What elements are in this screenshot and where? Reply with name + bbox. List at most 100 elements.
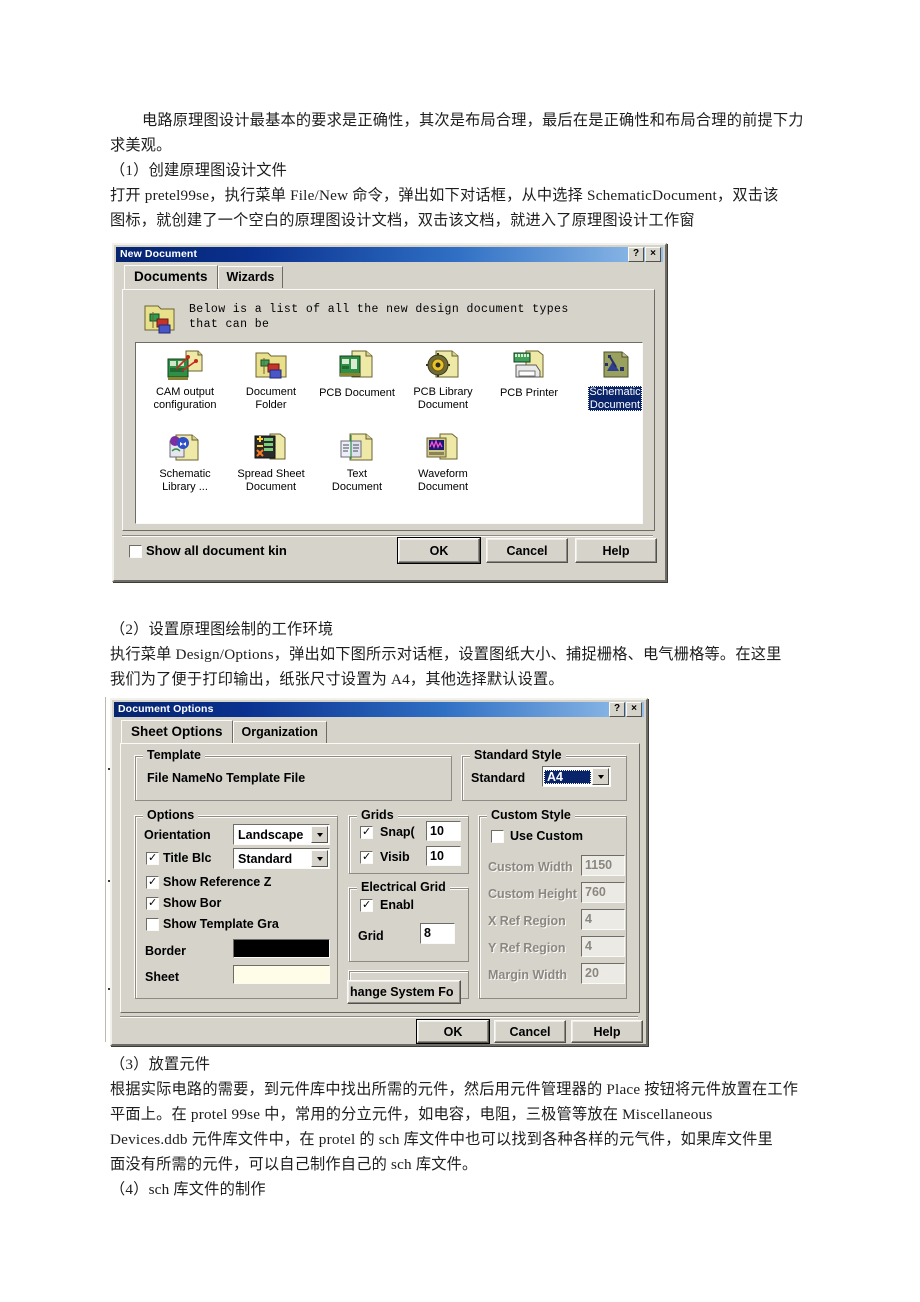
new-document-tabstrip: Documents Wizards [124,265,284,289]
document-options-title: Document Options [118,703,214,715]
help-button[interactable]: Help [575,538,657,563]
margin-width-label: Margin Width [488,968,568,982]
use-custom-style-checkbox[interactable] [491,830,504,843]
chevron-down-icon[interactable] [592,768,609,785]
options-group-caption: Options [143,808,199,822]
paragraph-line: （4）sch 库文件的制作 [110,1181,266,1198]
cam-output-icon [166,349,204,383]
custom-width-input[interactable]: 1150 [581,855,625,876]
chevron-down-icon[interactable] [311,850,328,867]
grids-group-caption: Grids [357,808,398,822]
paragraph-line: 打开 pretel99se，执行菜单 File/New 命令，弹出如下对话框，从… [110,187,779,204]
close-icon[interactable]: × [645,247,661,262]
show-reference-zones-checkbox[interactable]: ✓ [146,876,159,889]
list-item[interactable]: Spread Sheet Document [228,431,314,495]
help-icon[interactable]: ? [609,702,625,717]
tab-documents[interactable]: Documents [124,265,218,289]
y-ref-region-label: Y Ref Region [488,941,566,955]
sheet-color-label: Sheet [145,970,180,984]
help-button[interactable]: Help [571,1020,643,1043]
pcb-library-icon [424,349,462,383]
margin-width-input[interactable]: 20 [581,963,625,984]
list-item-label: Schematic Library ... [159,468,211,493]
list-item-label: Text Document [331,468,383,493]
standard-style-caption: Standard Style [470,748,566,762]
paragraph-line: （2）设置原理图绘制的工作环境 [110,621,334,638]
document-page: 电路原理图设计最基本的要求是正确性，其次是布局合理，最后在是正确性和布局合理的前… [0,0,920,1302]
snap-on-checkbox[interactable]: ✓ [360,826,373,839]
orientation-select[interactable]: Landscape [233,824,330,845]
list-item[interactable]: Schematic Library ... [142,431,228,495]
template-group-caption: Template [143,748,205,762]
standard-label: Standard [471,771,526,785]
list-item-label: Spread Sheet Document [237,468,305,493]
options-group: Options Orientation Landscape ✓ Title Bl… [135,808,338,999]
cancel-button[interactable]: Cancel [486,538,568,563]
electrical-grid-range-input[interactable]: 8 [420,923,455,944]
sheet-options-panel: Template File NameNo Template File Stand… [120,743,640,1013]
folder-hint-icon [143,302,181,335]
list-item-label: PCB Printer [499,387,559,399]
change-system-font-button[interactable]: hange System Fo [347,980,461,1004]
title-block-select[interactable]: Standard [233,848,330,869]
tab-sheet-options[interactable]: Sheet Options [121,720,233,744]
show-template-graphics-checkbox[interactable] [146,918,159,931]
cancel-button[interactable]: Cancel [494,1020,566,1043]
new-document-dialog: New Document ? × Documents Wizards Below… [112,243,667,582]
paragraph-line: 平面上。在 protel 99se 中，常用的分立元件，如电容，电阻，三极管等放… [110,1106,713,1123]
waveform-document-icon [424,431,462,465]
snap-grid-input[interactable]: 10 [426,821,461,841]
list-item[interactable]: Schematic Document [572,349,658,413]
standard-style-select[interactable]: A4 [542,766,611,787]
spread-sheet-icon [252,431,290,465]
y-ref-region-input[interactable]: 4 [581,936,625,957]
schematic-document-icon [596,349,634,383]
visible-grid-input[interactable]: 10 [426,846,461,866]
document-types-list[interactable]: CAM output configuration Document Folder [135,342,643,524]
ok-button[interactable]: OK [416,1019,490,1044]
document-options-dialog: Document Options ? × Sheet Options Organ… [110,698,648,1046]
chevron-down-icon[interactable] [311,826,328,843]
custom-width-label: Custom Width [488,860,573,874]
show-all-documents-checkbox[interactable] [129,545,142,558]
close-icon[interactable]: × [626,702,642,717]
list-item[interactable]: CAM output configuration [142,349,228,413]
custom-height-input[interactable]: 760 [581,882,625,903]
list-item[interactable]: Document Folder [228,349,314,413]
standard-style-group: Standard Style Standard A4 [462,748,627,801]
document-options-tabstrip: Sheet Options Organization [121,720,327,744]
tab-wizards[interactable]: Wizards [217,266,284,288]
orientation-value: Landscape [238,827,304,842]
title-block-label: Title Blc [163,851,212,865]
custom-style-caption: Custom Style [487,808,575,822]
x-ref-region-input[interactable]: 4 [581,909,625,930]
paragraph-line: 执行菜单 Design/Options，弹出如下图所示对话框，设置图纸大小、捕捉… [110,646,782,663]
paragraph-line: （1）创建原理图设计文件 [110,162,288,179]
electrical-grid-enable-label: Enabl [380,898,415,912]
tab-organization[interactable]: Organization [232,721,327,743]
ok-button[interactable]: OK [397,537,481,564]
sheet-color-swatch[interactable] [233,965,330,984]
help-icon[interactable]: ? [628,247,644,262]
template-file-name: File NameNo Template File [147,771,306,785]
list-item[interactable]: PCB Document [314,349,400,401]
list-item[interactable]: PCB Library Document [400,349,486,413]
list-item[interactable]: PCB Printer [486,349,572,401]
custom-height-label: Custom Height [488,887,577,901]
list-item[interactable]: Waveform Document [400,431,486,495]
list-item[interactable]: Text Document [314,431,400,495]
electrical-grid-enable-checkbox[interactable]: ✓ [360,899,373,912]
list-item-label: Document Folder [245,386,297,411]
show-border-checkbox[interactable]: ✓ [146,897,159,910]
border-color-swatch[interactable] [233,939,330,958]
electrical-grid-group: Electrical Grid ✓ Enabl Grid 8 [349,880,469,962]
list-item-label: Waveform Document [417,468,469,493]
paragraph-line: 电路原理图设计最基本的要求是正确性，其次是布局合理，最后在是正确性和布局合理的前… [110,112,804,129]
template-group: Template File NameNo Template File [135,748,452,801]
paragraph-line: 根据实际电路的需要，到元件库中找出所需的元件，然后用元件管理器的 Place 按… [110,1081,799,1098]
visible-grid-checkbox[interactable]: ✓ [360,851,373,864]
snap-on-label: Snap( [380,825,415,839]
paragraph-line: 我们为了便于打印输出，纸张尺寸设置为 A4，其他选择默认设置。 [110,671,564,688]
title-block-checkbox[interactable]: ✓ [146,852,159,865]
document-folder-icon [252,349,290,383]
